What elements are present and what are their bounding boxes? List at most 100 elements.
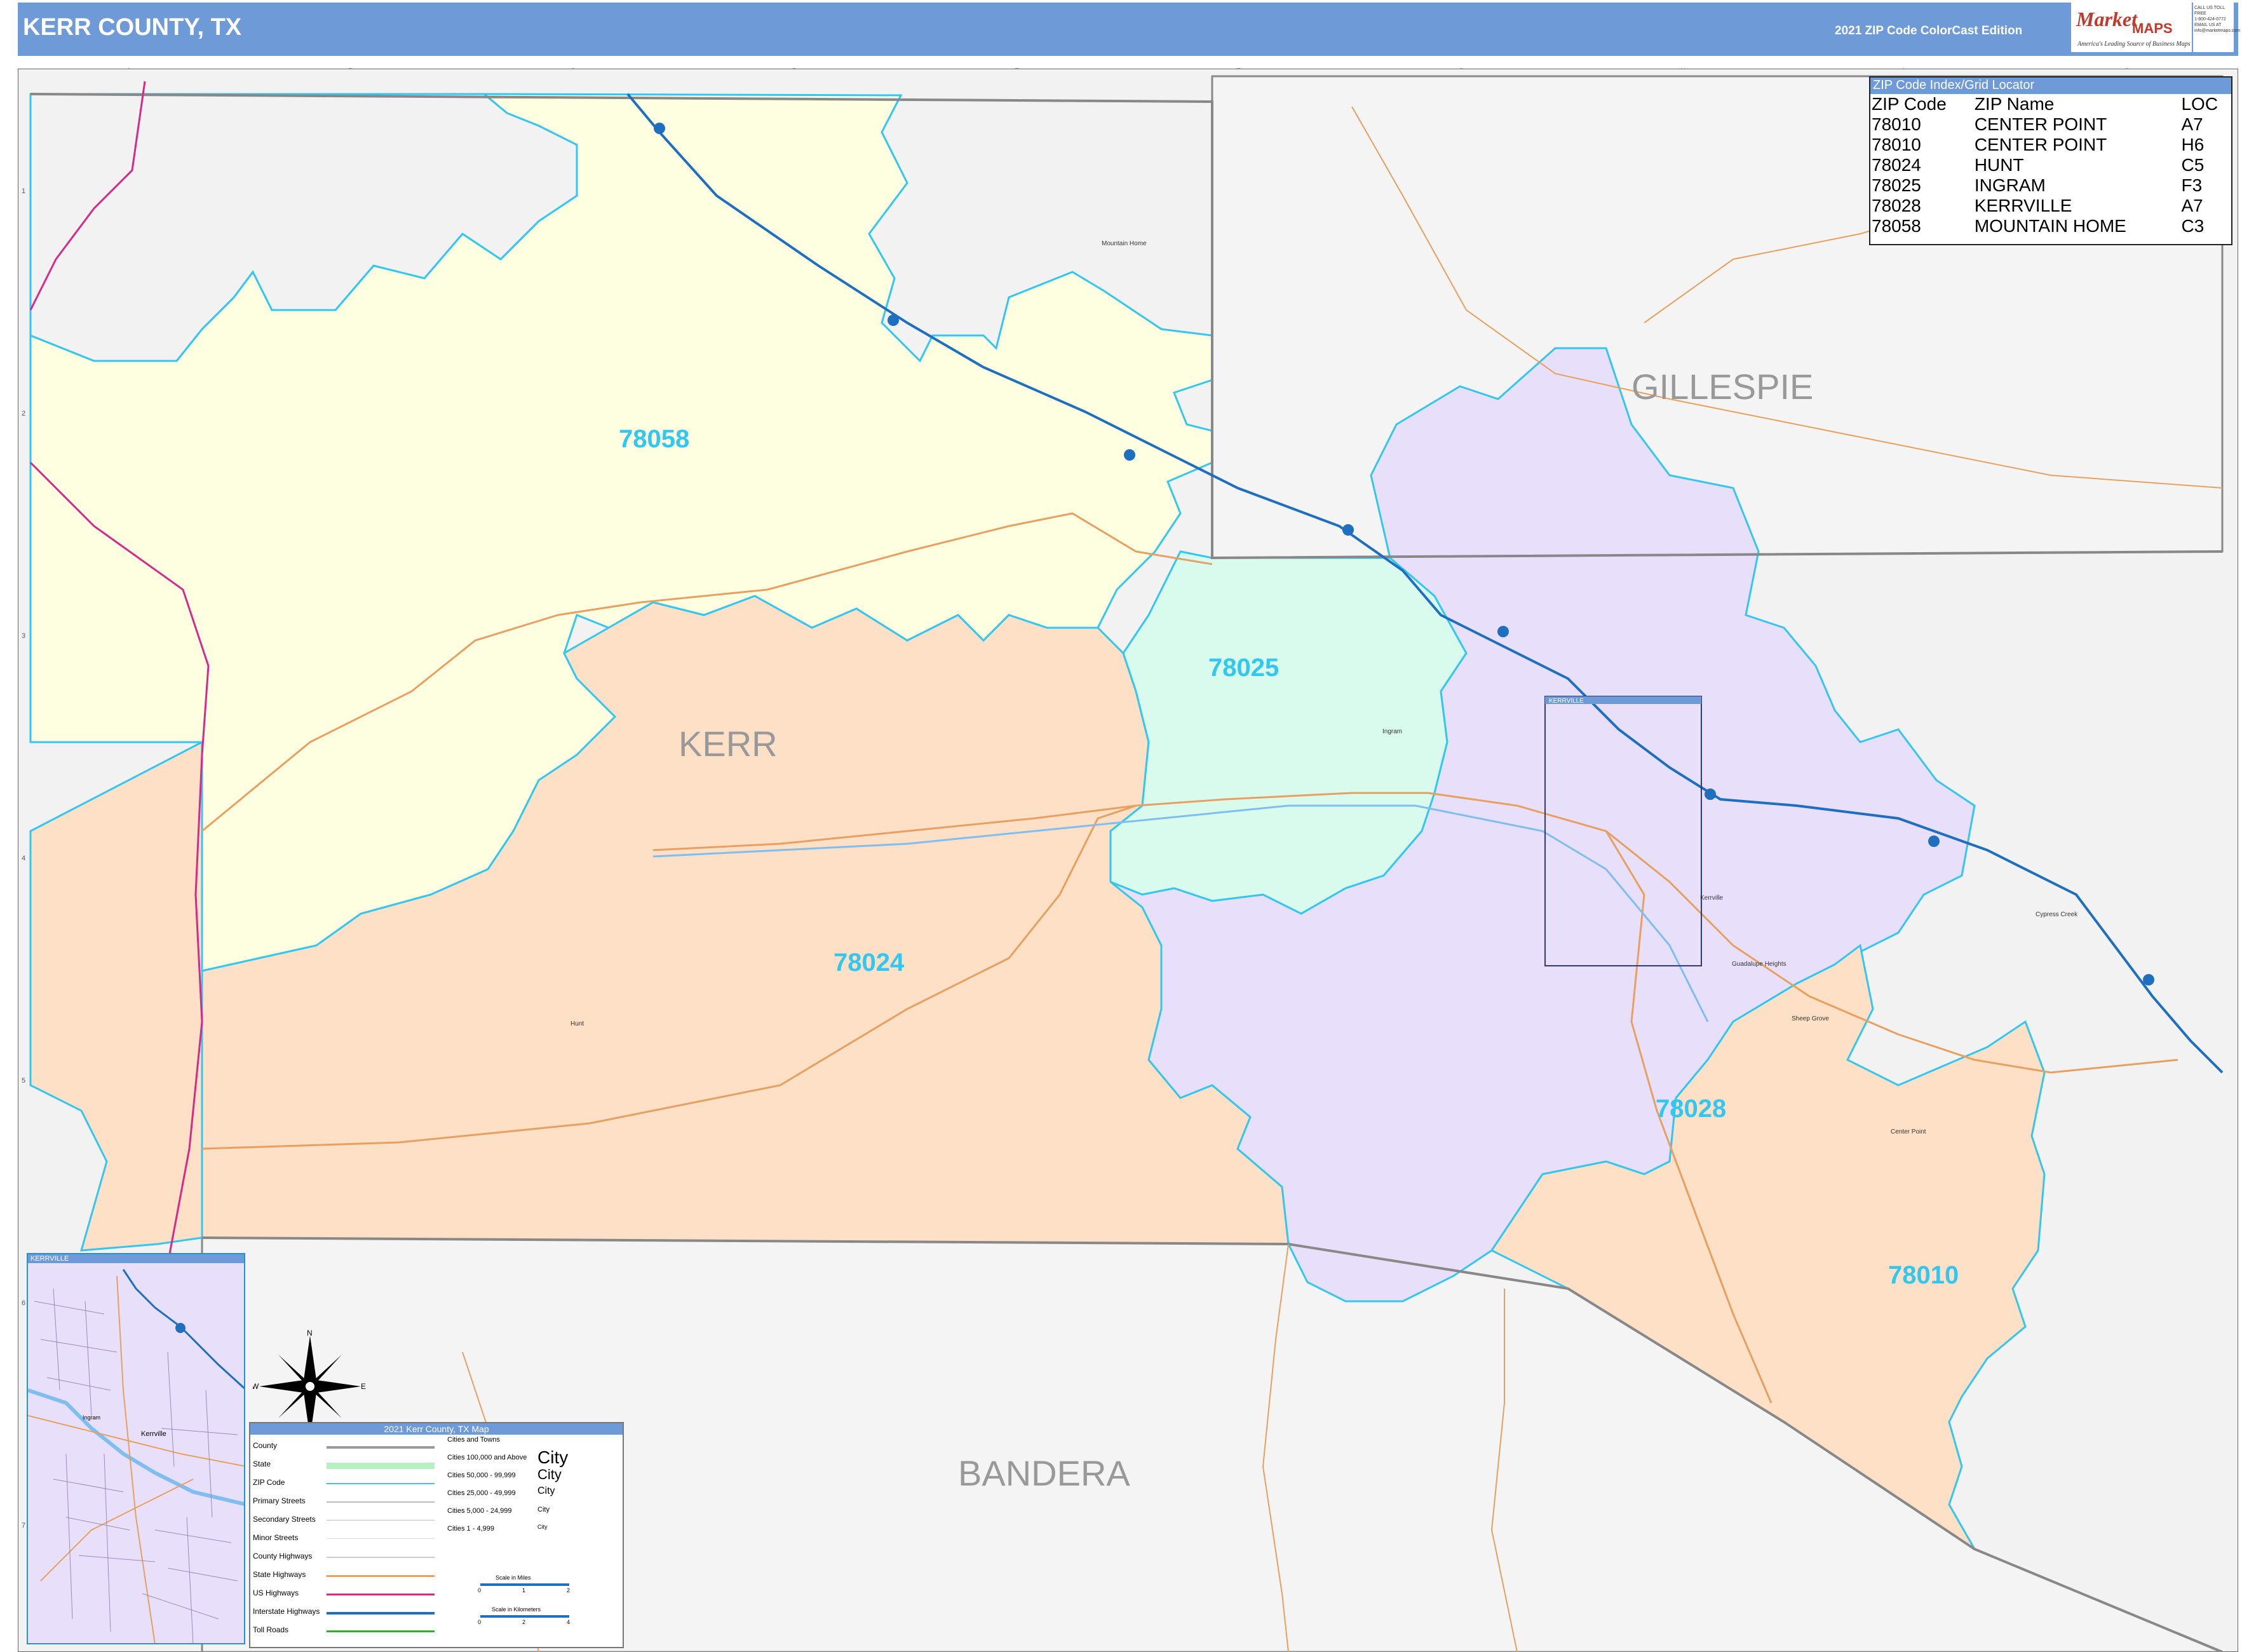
zip-name-cell: CENTER POINT — [1974, 114, 2107, 134]
zip-code-cell: 78058 — [1872, 216, 1921, 236]
legend-city-class: Cities 1 - 4,999 — [447, 1525, 494, 1533]
inset-ingram-label: Ingram — [83, 1414, 100, 1421]
legend-item-county-hwy: County Highways — [253, 1552, 313, 1561]
scale-miles-bar — [480, 1583, 569, 1586]
interstate-shield-icon — [1497, 626, 1509, 637]
interstate-shield-icon — [1705, 789, 1716, 800]
logo-mark-text: Market — [2076, 8, 2137, 30]
zip-code-cell: 78010 — [1872, 135, 1921, 154]
zip-name-cell: INGRAM — [1974, 175, 2046, 195]
zip-label-78024: 78024 — [834, 949, 905, 977]
grid-row-label: 1 — [22, 187, 25, 195]
zip-loc-cell: F3 — [2181, 175, 2203, 195]
contact-line: EMAIL US AT — [2194, 23, 2222, 27]
kerrville-inset-map[interactable]: KERRVILLE Kerrville Ingram — [27, 1253, 245, 1644]
place-label-sheep-grove: Sheep Grove — [1792, 1015, 1829, 1022]
zip-label-78028: 78028 — [1656, 1095, 1726, 1123]
place-label-mountain-home: Mountain Home — [1102, 240, 1147, 247]
legend-item-state-hwy: State Highways — [253, 1570, 306, 1579]
legend-item-zip: ZIP Code — [253, 1478, 285, 1487]
zip-label-78010: 78010 — [1888, 1261, 1959, 1289]
map-title: KERR COUNTY, TX — [23, 14, 242, 41]
interstate-shield-icon — [2143, 974, 2154, 985]
legend-item-primary: Primary Streets — [253, 1496, 306, 1505]
legend-title: 2021 Kerr County, TX Map — [250, 1423, 623, 1435]
market-maps-logo[interactable]: Market MAPS America's Leading Source of … — [2071, 3, 2192, 52]
interstate-shield-icon — [1124, 449, 1135, 461]
zip-name-cell: CENTER POINT — [1974, 135, 2107, 154]
inset-interstate-shield-icon — [175, 1323, 186, 1333]
zip-code-cell: 78028 — [1872, 196, 1921, 215]
county-label-bandera: BANDERA — [958, 1453, 1130, 1493]
legend-item-interstate: Interstate Highways — [253, 1607, 320, 1616]
zip-index-row: 78058 MOUNTAIN HOME C3 — [1870, 216, 2231, 236]
grid-row-label: 6 — [22, 1299, 25, 1307]
grid-row-label: 3 — [22, 632, 25, 640]
legend-interstate-line — [327, 1612, 435, 1615]
zip-name-cell: HUNT — [1974, 155, 2024, 175]
legend-county-line — [327, 1446, 435, 1449]
zip-loc-cell: A7 — [2181, 114, 2203, 134]
county-label-gillespie: GILLESPIE — [1631, 367, 1813, 407]
legend-state-line — [327, 1463, 435, 1469]
contact-line: info@marketmaps.com — [2194, 29, 2241, 33]
zip-index-header: LOC — [2181, 94, 2218, 114]
place-label-cypress-creek: Cypress Creek — [2036, 911, 2078, 918]
scale-km-bar — [480, 1615, 569, 1618]
compass-n: N — [307, 1329, 313, 1337]
county-label-kerr: KERR — [679, 724, 778, 764]
legend-state-hwy-line — [327, 1575, 435, 1577]
scale-tick: 0 — [478, 1587, 482, 1594]
legend-city-class: Cities 100,000 and Above — [447, 1454, 527, 1461]
zip-index-title: ZIP Code Index/Grid Locator — [1870, 78, 2231, 94]
inset-map-svg: Kerrville Ingram — [28, 1263, 244, 1643]
scale-tick: 2 — [567, 1587, 571, 1594]
zip-loc-cell: H6 — [2181, 135, 2205, 154]
compass-w: W — [253, 1382, 259, 1391]
edition-label: 2021 ZIP Code ColorCast Edition — [1835, 24, 2023, 37]
inset-city-label: Kerrville — [141, 1430, 166, 1438]
legend-us-hwy-line — [327, 1594, 435, 1595]
legend-city-sample: City — [537, 1447, 569, 1467]
grid-row-label: 5 — [22, 1077, 25, 1085]
legend-primary-line — [327, 1501, 435, 1503]
contact-line: 1-800-424-0772 — [2194, 17, 2226, 22]
interstate-shield-icon — [888, 315, 899, 326]
zip-code-cell: 78010 — [1872, 114, 1921, 134]
zip-loc-cell: A7 — [2181, 196, 2203, 215]
interstate-shield-icon — [1342, 524, 1354, 536]
map-legend: 2021 Kerr County, TX Map County State ZI… — [249, 1422, 624, 1648]
legend-city-sample: City — [537, 1486, 555, 1496]
header-bar: KERR COUNTY, TX 2021 ZIP Code ColorCast … — [18, 3, 2238, 56]
logo-tagline: America's Leading Source of Business Map… — [2077, 41, 2191, 48]
scale-km-label: Scale in Kilometers — [492, 1606, 541, 1613]
kerrville-inset-box-label: KERRVILLE — [1549, 698, 1584, 705]
zip-loc-cell: C3 — [2181, 216, 2205, 236]
legend-item-us-hwy: US Highways — [253, 1588, 299, 1597]
scale-tick: 4 — [567, 1619, 571, 1625]
zip-index-header-row: ZIP Code ZIP Name LOC — [1870, 94, 2231, 114]
grid-row-label: 4 — [22, 855, 25, 862]
place-label-hunt: Hunt — [571, 1020, 584, 1027]
legend-minor-line — [327, 1538, 435, 1539]
zip-index-row: 78010 CENTER POINT H6 — [1870, 135, 2231, 155]
legend-city-sample: City — [537, 1506, 550, 1513]
legend-city-class: Cities 25,000 - 49,999 — [447, 1489, 516, 1497]
place-label-ingram: Ingram — [1382, 728, 1402, 735]
legend-toll-line — [327, 1630, 435, 1632]
legend-city-sample: City — [537, 1466, 562, 1482]
zip-index-header: ZIP Name — [1974, 94, 2055, 114]
zip-name-cell: KERRVILLE — [1974, 196, 2072, 215]
contact-box: CALL US TOLL FREE 1-800-424-0772 EMAIL U… — [2193, 3, 2241, 52]
zip-index-header: ZIP Code — [1872, 94, 1947, 114]
zip-label-78025: 78025 — [1208, 654, 1279, 682]
legend-zip-line — [327, 1483, 435, 1484]
zip-index-row: 78025 INGRAM F3 — [1870, 175, 2231, 196]
scale-tick: 1 — [522, 1587, 526, 1594]
legend-item-county: County — [253, 1441, 278, 1450]
inset-title: KERRVILLE — [28, 1254, 244, 1263]
legend-city-class: Cities 50,000 - 99,999 — [447, 1472, 516, 1479]
logo-maps-text: MAPS — [2132, 20, 2173, 36]
legend-city-class: Cities 5,000 - 24,999 — [447, 1507, 512, 1515]
zip-code-cell: 78024 — [1872, 155, 1921, 175]
